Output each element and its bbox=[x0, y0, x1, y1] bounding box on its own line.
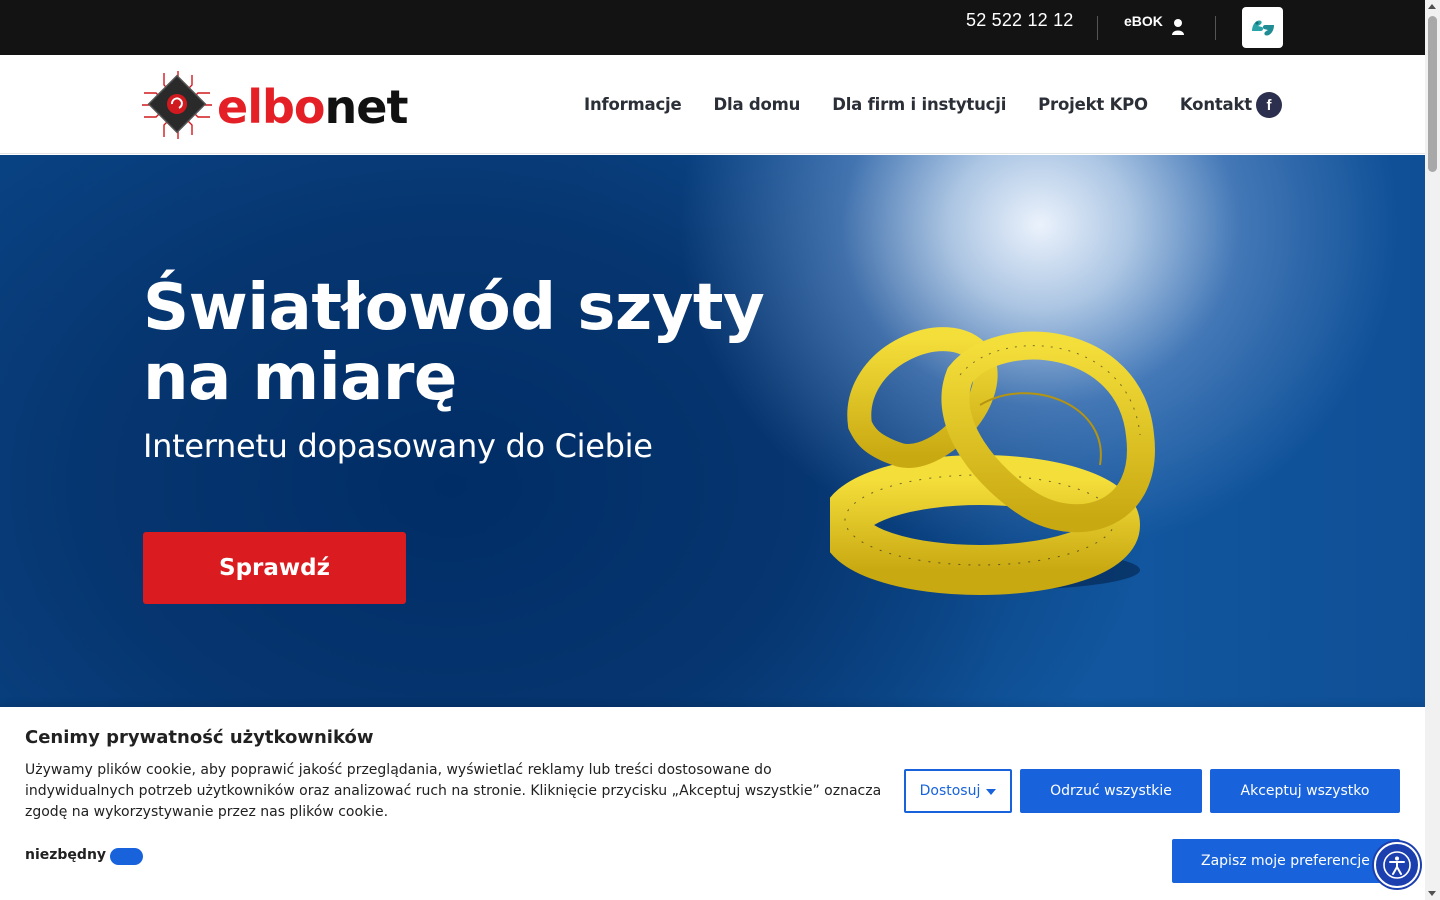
scrollbar[interactable] bbox=[1425, 0, 1440, 900]
sign-language-icon bbox=[1251, 19, 1274, 36]
save-preferences-button[interactable]: Zapisz moje preferencje bbox=[1172, 839, 1400, 883]
reject-all-button[interactable]: Odrzuć wszystkie bbox=[1020, 769, 1202, 813]
logo-wordmark: elbonet bbox=[217, 80, 409, 134]
logo-chip-icon bbox=[142, 71, 212, 139]
divider bbox=[1215, 16, 1216, 40]
site-header: elbonet Informacje Dla domu Dla firm i i… bbox=[0, 55, 1425, 154]
divider bbox=[1097, 16, 1098, 40]
necessary-toggle[interactable] bbox=[110, 848, 143, 865]
hero-subtitle: Internetu dopasowany do Ciebie bbox=[143, 427, 653, 465]
cookie-banner: Cenimy prywatność użytkowników Używamy p… bbox=[0, 707, 1425, 900]
accept-all-button[interactable]: Akceptuj wszystko bbox=[1210, 769, 1400, 813]
check-button[interactable]: Sprawdź bbox=[143, 532, 406, 604]
scrollbar-thumb[interactable] bbox=[1428, 16, 1437, 172]
chevron-down-icon bbox=[986, 789, 997, 795]
customize-button[interactable]: Dostosuj bbox=[904, 769, 1012, 813]
hero-banner: Światłowód szyty na miarę Internetu dopa… bbox=[0, 155, 1425, 707]
facebook-icon[interactable]: f bbox=[1256, 92, 1282, 118]
nav-dla-firm[interactable]: Dla firm i instytucji bbox=[832, 95, 1006, 114]
measuring-tape-image bbox=[830, 327, 1155, 595]
cookie-text: Używamy plików cookie, aby poprawić jako… bbox=[25, 762, 882, 820]
nav-informacje[interactable]: Informacje bbox=[584, 95, 682, 114]
elbonet-logo[interactable]: elbonet bbox=[142, 71, 422, 139]
main-nav: Informacje Dla domu Dla firm i instytucj… bbox=[584, 95, 1252, 114]
ebok-link[interactable]: eBOK bbox=[1124, 13, 1185, 36]
facebook-letter: f bbox=[1266, 96, 1272, 114]
logo-elbo: elbo bbox=[217, 80, 325, 134]
user-icon bbox=[1171, 19, 1184, 35]
sign-language-button[interactable] bbox=[1242, 7, 1283, 48]
scroll-down-icon[interactable] bbox=[1428, 891, 1436, 896]
hero-title-line1: Światłowód szyty bbox=[143, 271, 765, 345]
ebok-label: eBOK bbox=[1124, 13, 1163, 29]
customize-label: Dostosuj bbox=[919, 783, 981, 799]
necessary-label: niezbędny bbox=[25, 847, 107, 863]
hero-title: Światłowód szyty na miarę bbox=[143, 273, 863, 413]
accessibility-icon bbox=[1383, 851, 1411, 879]
logo-net: net bbox=[324, 80, 409, 134]
cookie-title: Cenimy prywatność użytkowników bbox=[25, 727, 374, 748]
accessibility-button[interactable] bbox=[1374, 842, 1420, 888]
scroll-up-icon[interactable] bbox=[1428, 4, 1436, 9]
nav-projekt-kpo[interactable]: Projekt KPO bbox=[1038, 95, 1148, 114]
top-bar: 52 522 12 12 eBOK bbox=[0, 0, 1425, 55]
phone-number[interactable]: 52 522 12 12 bbox=[966, 10, 1074, 31]
hero-title-line2: na miarę bbox=[143, 341, 457, 415]
nav-dla-domu[interactable]: Dla domu bbox=[714, 95, 801, 114]
nav-kontakt[interactable]: Kontakt bbox=[1180, 95, 1252, 114]
